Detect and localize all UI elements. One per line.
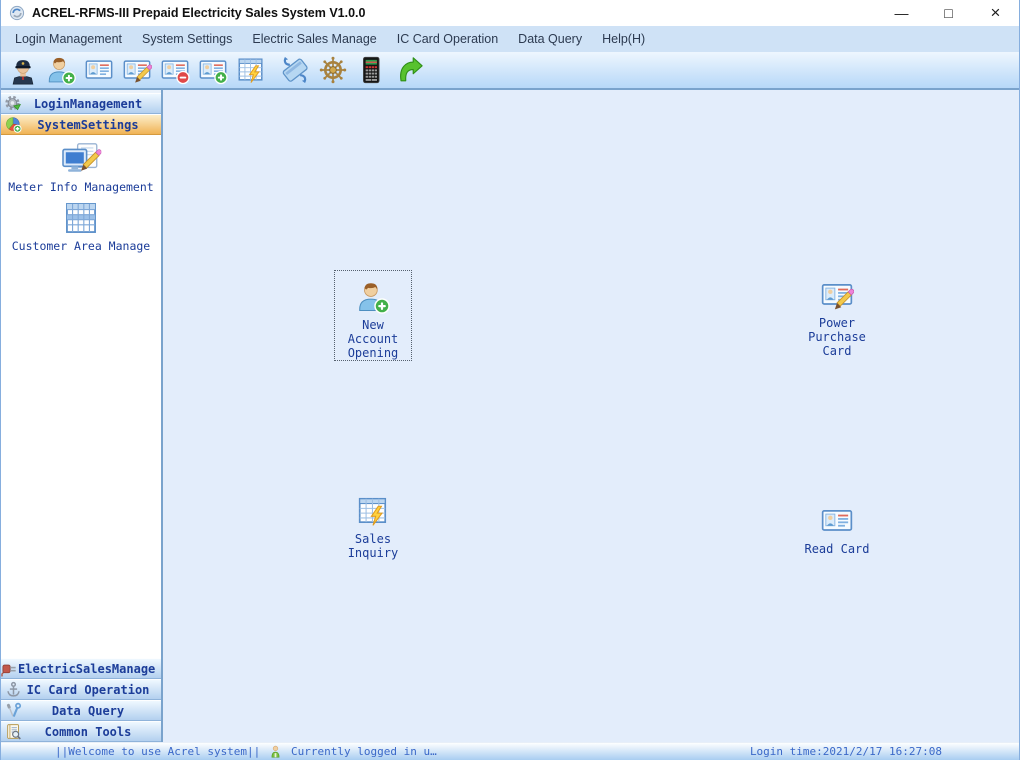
sales-table-lightning-icon [356, 494, 390, 528]
minimize-button[interactable]: — [878, 0, 925, 26]
status-welcome-text: ||Welcome to use Acrel system|| [55, 745, 260, 758]
toolbar-edit-card-button[interactable] [118, 53, 156, 87]
green-person-icon [269, 744, 282, 759]
status-logged-in-text: Currently logged in u… [291, 745, 437, 758]
exit-arrow-icon [394, 55, 424, 85]
sidebar-section-electric-sales-manage[interactable]: ElectricSalesManage [1, 658, 161, 679]
remove-card-icon [160, 55, 190, 85]
add-card-icon [198, 55, 228, 85]
toolbar-login-admin-button[interactable] [4, 53, 42, 87]
sidebar-section-data-query[interactable]: Data Query [1, 700, 161, 721]
toolbar-new-account-button[interactable] [42, 53, 80, 87]
add-user-icon [356, 280, 390, 314]
menu-login-management[interactable]: Login Management [5, 26, 132, 52]
sidebar-panel: Meter Info Management Customer Area Mana… [1, 135, 161, 658]
toolbar [1, 52, 1019, 90]
anchor-icon [1, 681, 25, 698]
calculator-icon [356, 55, 386, 85]
menu-help[interactable]: Help(H) [592, 26, 655, 52]
menu-electric-sales-manage[interactable]: Electric Sales Manage [242, 26, 386, 52]
shortcut-label: New Account Opening [335, 318, 411, 360]
shortcut-read-card[interactable]: Read Card [787, 504, 887, 556]
sales-table-lightning-icon [236, 55, 266, 85]
window-controls: — □ × [878, 0, 1019, 26]
sidebar-item-label: Customer Area Manage [12, 239, 150, 253]
menu-system-settings[interactable]: System Settings [132, 26, 242, 52]
sidebar-section-label: Common Tools [25, 725, 161, 739]
shortcut-power-purchase-card[interactable]: Power Purchase Card [797, 278, 877, 358]
gear-arrow-icon [1, 95, 25, 112]
monitor-edit-icon [60, 141, 102, 177]
customer-grid-icon [60, 200, 102, 236]
plug-icon [1, 660, 18, 677]
sidebar-section-ic-card-operation[interactable]: IC Card Operation [1, 679, 161, 700]
toolbar-calculator-button[interactable] [352, 53, 390, 87]
sidebar-section-login-management[interactable]: LoginManagement [1, 93, 161, 114]
pie-chart-add-icon [1, 116, 25, 133]
toolbar-ic-card-button[interactable] [276, 53, 314, 87]
status-login-time: Login time:2021/2/17 16:27:08 [750, 745, 942, 758]
toolbar-remove-card-button[interactable] [156, 53, 194, 87]
toolbar-settings-button[interactable] [314, 53, 352, 87]
sidebar-item-meter-info-management[interactable]: Meter Info Management [8, 141, 153, 194]
menu-bar: Login Management System Settings Electri… [1, 26, 1019, 52]
title-bar: ACREL-RFMS-III Prepaid Electricity Sales… [1, 0, 1019, 26]
sidebar-section-label: ElectricSalesManage [18, 662, 165, 676]
toolbar-exit-button[interactable] [390, 53, 428, 87]
maximize-button[interactable]: □ [925, 0, 972, 26]
sidebar-section-label: Data Query [25, 704, 161, 718]
toolbar-add-card-button[interactable] [194, 53, 232, 87]
add-user-icon [46, 55, 76, 85]
shortcut-sales-inquiry[interactable]: Sales Inquiry [334, 494, 412, 560]
id-card-icon [84, 55, 114, 85]
status-bar: ||Welcome to use Acrel system|| Currentl… [1, 742, 1019, 760]
helm-icon [318, 55, 348, 85]
menu-data-query[interactable]: Data Query [508, 26, 592, 52]
sidebar-section-label: SystemSettings [25, 118, 161, 132]
app-window: ACREL-RFMS-III Prepaid Electricity Sales… [0, 0, 1020, 760]
police-officer-icon [8, 55, 38, 85]
menu-ic-card-operation[interactable]: IC Card Operation [387, 26, 508, 52]
desktop-area: New Account Opening Power Purchase Card … [163, 90, 1019, 742]
shortcut-new-account-opening[interactable]: New Account Opening [334, 270, 412, 361]
sidebar-item-label: Meter Info Management [8, 180, 153, 194]
shortcut-label: Power Purchase Card [808, 316, 866, 358]
toolbar-sales-inquiry-button[interactable] [232, 53, 270, 87]
sidebar-section-common-tools[interactable]: Common Tools [1, 721, 161, 742]
close-button[interactable]: × [972, 0, 1019, 26]
sidebar-section-label: LoginManagement [25, 97, 161, 111]
app-logo-icon [9, 5, 25, 21]
sidebar-section-label: IC Card Operation [25, 683, 161, 697]
edit-card-icon [122, 55, 152, 85]
body-row: LoginManagement SystemSettings Meter Inf… [1, 90, 1019, 742]
sidebar-item-customer-area-manage[interactable]: Customer Area Manage [12, 200, 150, 253]
shortcut-label: Read Card [804, 542, 869, 556]
edit-card-icon [820, 278, 854, 312]
shortcut-label: Sales Inquiry [348, 532, 399, 560]
id-card-icon [820, 504, 854, 538]
toolbar-read-card-button[interactable] [80, 53, 118, 87]
sidebar: LoginManagement SystemSettings Meter Inf… [1, 90, 163, 742]
window-title: ACREL-RFMS-III Prepaid Electricity Sales… [32, 6, 365, 20]
tools-icon [1, 702, 25, 719]
ic-card-swap-icon [280, 55, 310, 85]
notebook-search-icon [1, 723, 25, 740]
sidebar-section-system-settings[interactable]: SystemSettings [1, 114, 161, 135]
